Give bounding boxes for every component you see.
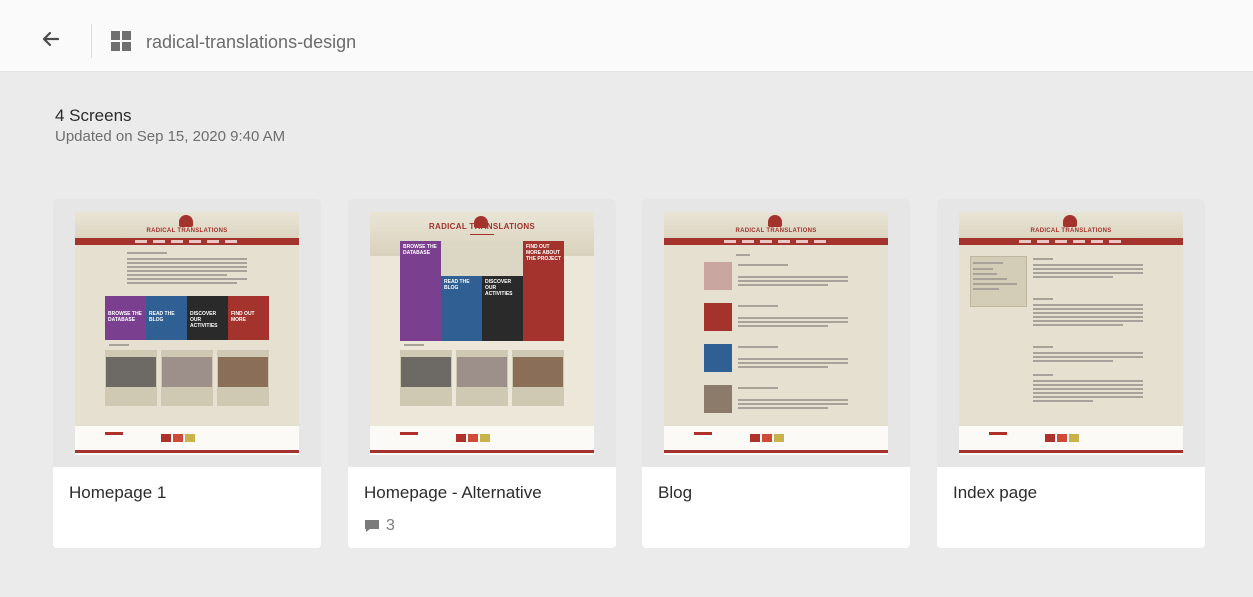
screen-card-homepage-alternative[interactable]: RADICAL TRANSLATIONS BROWSE THE DATABASE… <box>348 199 616 548</box>
screen-thumbnail[interactable]: RADICAL TRANSLATIONS BROWSE THE DATABASE… <box>370 212 594 455</box>
screen-thumbnail[interactable]: RADICAL TRANSLATIONS BROWSE THE DATABASE… <box>75 212 299 455</box>
logo-icon <box>179 215 193 227</box>
thumbnail-area: RADICAL TRANSLATIONS BROWSE THE DATABASE… <box>348 199 616 467</box>
top-bar: radical-translations-design <box>0 0 1253 72</box>
thumbnail-area: RADICAL TRANSLATIONS BROWSE THE DATABASE… <box>53 199 321 467</box>
screen-card-blog[interactable]: RADICAL TRANSLATIONS Blog <box>642 199 910 548</box>
thumbnail-brand: RADICAL TRANSLATIONS <box>1030 228 1112 234</box>
back-arrow-icon[interactable] <box>36 24 66 54</box>
header-divider <box>91 24 92 58</box>
card-title[interactable]: Homepage 1 <box>69 483 166 503</box>
comment-count-value: 3 <box>386 517 395 534</box>
screen-card-homepage-1[interactable]: RADICAL TRANSLATIONS BROWSE THE DATABASE… <box>53 199 321 548</box>
thumbnail-area: RADICAL TRANSLATIONS <box>937 199 1205 467</box>
thumbnail-brand: RADICAL TRANSLATIONS <box>428 222 536 231</box>
thumbnail-area: RADICAL TRANSLATIONS <box>642 199 910 467</box>
card-title[interactable]: Homepage - Alternative <box>364 483 542 503</box>
screen-card-index-page[interactable]: RADICAL TRANSLATIONS Index page <box>937 199 1205 548</box>
updated-timestamp: Updated on Sep 15, 2020 9:40 AM <box>55 128 286 145</box>
comment-icon <box>365 520 379 532</box>
project-name: radical-translations-design <box>146 32 357 52</box>
card-title[interactable]: Blog <box>658 483 692 503</box>
grid-icon <box>111 31 131 51</box>
card-title[interactable]: Index page <box>953 483 1037 503</box>
thumbnail-brand: RADICAL TRANSLATIONS <box>735 228 817 234</box>
thumbnail-brand: RADICAL TRANSLATIONS <box>146 228 228 234</box>
screen-thumbnail[interactable]: RADICAL TRANSLATIONS <box>959 212 1183 455</box>
comment-count[interactable]: 3 <box>364 517 395 535</box>
screen-count: 4 Screens <box>55 106 132 125</box>
screen-thumbnail[interactable]: RADICAL TRANSLATIONS <box>664 212 888 455</box>
